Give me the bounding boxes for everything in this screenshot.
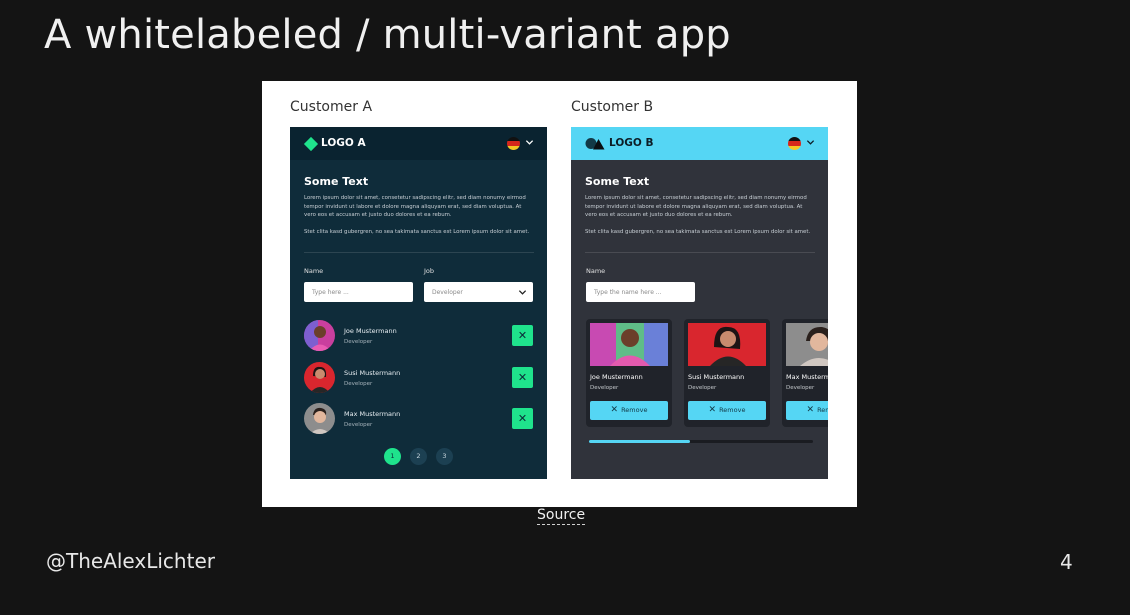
- body-text-secondary: Stet clita kasd gubergren, no sea takima…: [585, 229, 811, 235]
- body-text-secondary: Stet clita kasd gubergren, no sea takima…: [304, 229, 530, 235]
- close-icon: ✕: [708, 405, 717, 415]
- person-photo: [590, 323, 668, 366]
- list-item: Max Mustermann Developer ✕: [304, 403, 534, 435]
- divider: [585, 252, 815, 253]
- app-header: LOGO B: [571, 127, 828, 160]
- source-link[interactable]: Source: [537, 507, 586, 525]
- person-name: Joe Mustermann: [590, 373, 643, 381]
- close-icon: ✕: [517, 412, 528, 425]
- remove-button[interactable]: ✕: [512, 325, 533, 346]
- customer-b-app: LOGO B Some Text Lorem ipsum dolor sit a…: [571, 127, 828, 479]
- chevron-down-icon: [518, 290, 527, 295]
- avatar: [304, 403, 335, 434]
- carousel-scrollbar[interactable]: [589, 440, 813, 443]
- carousel-scroll-thumb[interactable]: [589, 440, 690, 443]
- logo-text: LOGO B: [609, 137, 654, 149]
- close-icon: ✕: [517, 329, 528, 342]
- remove-label: Remove: [817, 406, 828, 414]
- person-photo: [688, 323, 766, 366]
- close-icon: ✕: [610, 405, 619, 415]
- person-name: Susi Mustermann: [344, 369, 401, 377]
- content-title: Some Text: [304, 175, 369, 188]
- person-role: Developer: [344, 422, 373, 428]
- page-button-3[interactable]: 3: [436, 448, 453, 465]
- remove-button[interactable]: ✕Remove: [590, 401, 668, 420]
- close-icon: ✕: [517, 371, 528, 384]
- person-role: Developer: [344, 381, 373, 387]
- body-text: Lorem ipsum dolor sit amet, consetetur s…: [585, 195, 807, 218]
- author-handle: @TheAlexLichter: [46, 549, 215, 573]
- person-name: Max Mustermann: [344, 410, 401, 418]
- name-label: Name: [586, 267, 606, 275]
- close-icon: ✕: [806, 405, 815, 415]
- person-role: Developer: [590, 385, 619, 391]
- remove-label: Remove: [621, 406, 648, 414]
- logo-text: LOGO A: [321, 137, 366, 149]
- chevron-down-icon[interactable]: [806, 138, 815, 147]
- page-button-2[interactable]: 2: [410, 448, 427, 465]
- job-select-value: Developer: [432, 289, 463, 296]
- list-item: Joe Mustermann Developer ✕: [304, 320, 534, 352]
- list-item: Susi Mustermann Developer ✕: [304, 362, 534, 394]
- divider: [304, 252, 534, 253]
- person-card: Max Mustermann Developer ✕Remove: [782, 319, 828, 427]
- person-role: Developer: [688, 385, 717, 391]
- remove-button[interactable]: ✕Remove: [688, 401, 766, 420]
- job-select[interactable]: Developer: [424, 282, 533, 302]
- remove-button[interactable]: ✕Remove: [786, 401, 828, 420]
- customer-a-label: Customer A: [290, 99, 373, 115]
- shapes-logo-icon: [585, 138, 605, 150]
- person-role: Developer: [344, 339, 373, 345]
- person-card: Susi Mustermann Developer ✕ Remove: [684, 319, 770, 427]
- diamond-logo-icon: [303, 136, 319, 152]
- avatar: [304, 320, 335, 351]
- page-button-1[interactable]: 1: [384, 448, 401, 465]
- german-flag-icon[interactable]: [788, 137, 801, 150]
- remove-button[interactable]: ✕: [512, 408, 533, 429]
- person-card: Joe Mustermann Developer ✕ Remove: [586, 319, 672, 427]
- name-label: Name: [304, 267, 324, 275]
- remove-button[interactable]: ✕: [512, 367, 533, 388]
- slide-title: A whitelabeled / multi-variant app: [44, 12, 731, 58]
- content-title: Some Text: [585, 175, 650, 188]
- customer-b-label: Customer B: [571, 99, 654, 115]
- person-photo: [786, 323, 828, 366]
- person-role: Developer: [786, 385, 815, 391]
- avatar: [304, 362, 335, 393]
- remove-label: Remove: [719, 406, 746, 414]
- app-header: LOGO A: [290, 127, 547, 160]
- customer-a-app: LOGO A Some Text Lorem ipsum dolor sit a…: [290, 127, 547, 479]
- german-flag-icon[interactable]: [507, 137, 520, 150]
- body-text: Lorem ipsum dolor sit amet, consetetur s…: [304, 195, 526, 218]
- page-number: 4: [1060, 550, 1073, 574]
- person-name: Max Mustermann: [786, 373, 828, 381]
- person-name: Susi Mustermann: [688, 373, 745, 381]
- name-input[interactable]: Type here ...: [304, 282, 413, 302]
- person-name: Joe Mustermann: [344, 327, 397, 335]
- name-input[interactable]: Type the name here ...: [586, 282, 695, 302]
- job-label: Job: [424, 267, 435, 275]
- chevron-down-icon[interactable]: [525, 138, 534, 147]
